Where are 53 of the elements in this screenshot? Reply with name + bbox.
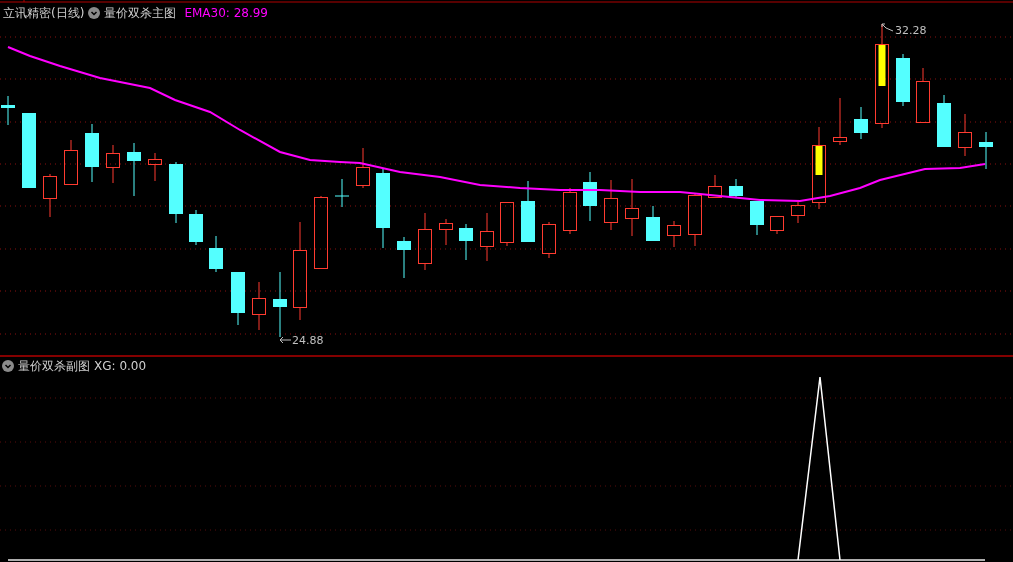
candlestick (189, 209, 203, 246)
indicator-name: 量价双杀主图 (104, 6, 177, 20)
candlestick (833, 97, 847, 146)
candlestick (979, 131, 993, 170)
candlestick (563, 187, 577, 235)
candlestick (397, 236, 411, 279)
candlestick (231, 271, 245, 326)
dropdown-icon[interactable] (2, 360, 14, 372)
price-label: 32.28 (895, 24, 927, 37)
candlestick (770, 215, 784, 235)
candlestick (106, 144, 120, 184)
candlestick (958, 113, 972, 157)
indicator-value: EMA30: 28.99 (184, 6, 268, 20)
candlestick (209, 235, 223, 273)
candlestick (148, 152, 162, 182)
price-label: 24.88 (292, 334, 324, 347)
candlestick (459, 223, 473, 261)
candlestick (937, 94, 951, 148)
candlestick (729, 178, 743, 199)
candlestick (273, 271, 287, 338)
candlestick (64, 139, 78, 185)
dropdown-icon[interactable] (88, 7, 101, 19)
candlestick (708, 174, 722, 199)
candlestick (583, 171, 597, 222)
candlestick (356, 147, 370, 189)
candlestick (252, 281, 266, 331)
candlestick (604, 179, 618, 231)
candlestick (646, 205, 660, 242)
candlestick (791, 201, 805, 224)
stock-title: 立讯精密(日线) (3, 6, 85, 20)
candlestick (418, 212, 432, 271)
candlestick (542, 221, 556, 259)
indicator-name: 量价双杀副图 (18, 359, 90, 373)
candlestick (688, 193, 702, 247)
candlestick (1, 95, 15, 126)
candlestick (667, 220, 681, 248)
candlestick (169, 161, 183, 224)
arrow-icon (881, 23, 894, 32)
candlestick (854, 106, 868, 140)
indicator-value: XG: 0.00 (94, 359, 147, 373)
candlestick (439, 218, 453, 246)
candlestick (480, 212, 494, 262)
candlestick (896, 53, 910, 107)
candlestick (85, 123, 99, 183)
candlestick (334, 178, 350, 208)
candlestick (500, 201, 514, 247)
candlestick (625, 178, 639, 237)
candlestick (521, 180, 535, 243)
candlestick (750, 200, 764, 236)
candlestick (127, 142, 141, 197)
candlestick (916, 67, 930, 123)
candlestick (43, 173, 57, 218)
arrow-icon (279, 336, 292, 344)
